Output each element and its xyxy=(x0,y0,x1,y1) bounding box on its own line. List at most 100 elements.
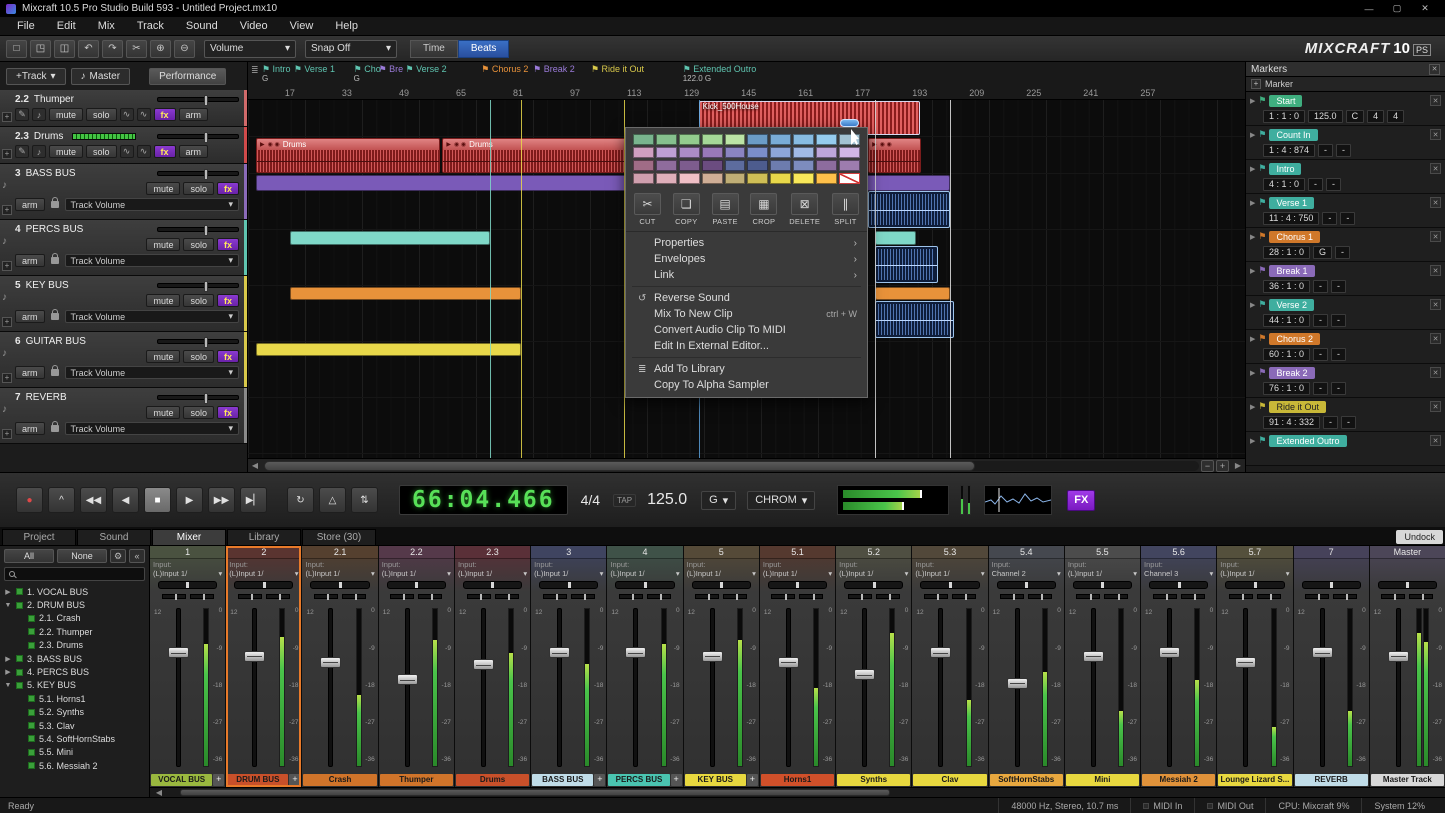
add-marker-row[interactable]: + Marker xyxy=(1246,77,1445,92)
marker-row[interactable]: ▶⚑Verse 1✕11 : 4 : 750-- xyxy=(1246,194,1445,228)
delete-marker-button[interactable]: ✕ xyxy=(1430,95,1441,106)
show-all-button[interactable]: All xyxy=(4,549,54,563)
pan-slider[interactable] xyxy=(310,581,369,589)
marker-name[interactable]: Break 2 xyxy=(1269,367,1314,379)
audio-clip[interactable] xyxy=(875,246,938,283)
strip-name[interactable]: Master Track xyxy=(1371,774,1444,786)
clip-color-bar[interactable] xyxy=(875,287,950,300)
section-marker-break-2[interactable]: ⚑ Break 2 xyxy=(533,64,575,74)
strip-name[interactable]: Messiah 2 xyxy=(1142,774,1215,786)
tree-item-5-2-synths[interactable]: 5.2. Synths xyxy=(4,706,145,719)
marker-name[interactable]: Intro xyxy=(1269,163,1301,175)
delete-marker-button[interactable]: ✕ xyxy=(1430,265,1441,276)
clip-color-swatch[interactable] xyxy=(793,173,814,184)
volume-fader[interactable] xyxy=(1007,678,1028,689)
pan-handle[interactable] xyxy=(1330,582,1333,588)
marker-value[interactable]: - xyxy=(1313,280,1328,293)
wave-icon[interactable]: ∿ xyxy=(120,145,134,158)
strip-name[interactable]: KEY BUS xyxy=(685,774,746,786)
solo-button[interactable]: solo xyxy=(183,294,214,307)
mixer-strip-2[interactable]: 2Input:(L)Input 1/▾120-9-18-27-36DRUM BU… xyxy=(226,546,301,787)
section-marker-intro[interactable]: ⚑ IntroG xyxy=(262,64,291,84)
marker-value[interactable]: - xyxy=(1322,212,1337,225)
midi-in-indicator[interactable]: MIDI In xyxy=(1130,798,1194,813)
expander-icon[interactable]: ▶ xyxy=(1250,97,1255,105)
performance-button[interactable]: Performance xyxy=(149,68,226,85)
arm-button[interactable]: arm xyxy=(179,145,209,158)
marker-value[interactable]: 28 : 1 : 0 xyxy=(1263,246,1310,259)
send-slider[interactable] xyxy=(190,594,214,599)
strip-name[interactable]: Horns1 xyxy=(761,774,834,786)
split-action[interactable]: ∥SPLIT xyxy=(832,193,859,226)
pan-slider[interactable] xyxy=(1149,581,1208,589)
menu-video[interactable]: Video xyxy=(229,18,279,34)
arm-button[interactable]: arm xyxy=(179,108,209,121)
pan-handle[interactable] xyxy=(949,582,952,588)
metronome-button[interactable]: △ xyxy=(319,487,346,513)
input-select[interactable]: Input:(L)Input 1/▾ xyxy=(607,559,682,580)
clip-color-none-swatch[interactable] xyxy=(839,173,860,184)
mixer-strip-7[interactable]: 7120-9-18-27-36REVERB xyxy=(1294,546,1369,787)
marker-value[interactable]: - xyxy=(1313,382,1328,395)
slider-handle[interactable] xyxy=(204,337,208,348)
wave-icon[interactable]: ∿ xyxy=(137,108,151,121)
pan-handle[interactable] xyxy=(186,582,189,588)
expander-icon[interactable]: ▶ xyxy=(1250,165,1255,173)
mute-button[interactable]: mute xyxy=(146,238,180,251)
master-volume-sliders[interactable] xyxy=(960,485,971,515)
volume-fader[interactable] xyxy=(320,657,341,668)
marker-value[interactable]: - xyxy=(1323,416,1338,429)
loop-marker-button[interactable]: ^ xyxy=(48,487,75,513)
send-slider[interactable] xyxy=(1229,594,1253,599)
clip-color-swatch[interactable] xyxy=(747,147,768,158)
send-slider[interactable] xyxy=(1305,594,1329,599)
wave-icon[interactable]: ∿ xyxy=(120,108,134,121)
close-button[interactable]: ✕ xyxy=(1411,1,1439,16)
marker-value[interactable]: 11 : 4 : 750 xyxy=(1263,212,1319,225)
strip-name[interactable]: Mini xyxy=(1066,774,1139,786)
pan-handle[interactable] xyxy=(873,582,876,588)
automation-param-select[interactable]: Track Volume▾ xyxy=(65,254,240,267)
automation-param-select[interactable]: Track Volume▾ xyxy=(65,310,240,323)
expander-icon[interactable]: ▶ xyxy=(1250,403,1255,411)
send-slider[interactable] xyxy=(1028,594,1052,599)
volume-slider[interactable] xyxy=(960,485,964,515)
play-button[interactable]: ▶ xyxy=(176,487,203,513)
minimize-button[interactable]: — xyxy=(1355,1,1383,16)
slider-handle[interactable] xyxy=(204,225,208,236)
arm-button[interactable]: arm xyxy=(15,422,45,435)
marker-value[interactable]: 4 xyxy=(1367,110,1384,123)
marker-row[interactable]: ▶⚑Chorus 2✕60 : 1 : 0-- xyxy=(1246,330,1445,364)
marker-value[interactable]: - xyxy=(1335,246,1350,259)
expander-icon[interactable]: ▼ xyxy=(4,682,12,689)
marker-name[interactable]: Verse 2 xyxy=(1269,299,1314,311)
tab-mixer[interactable]: Mixer xyxy=(152,529,226,545)
tree-item-1-vocal-bus[interactable]: ▶1. VOCAL BUS xyxy=(4,585,145,598)
marker-value[interactable]: - xyxy=(1331,348,1346,361)
tree-item-2-3-drums[interactable]: 2.3. Drums xyxy=(4,639,145,652)
send-slider[interactable] xyxy=(266,594,290,599)
tree-item-5-4-softhornstabs[interactable]: 5.4. SoftHornStabs xyxy=(4,732,145,745)
show-none-button[interactable]: None xyxy=(57,549,107,563)
add-subtrack-button[interactable]: + xyxy=(2,261,12,271)
arm-button[interactable]: arm xyxy=(15,254,45,267)
clip-color-swatch[interactable] xyxy=(679,147,700,158)
expander-icon[interactable]: ▶ xyxy=(4,655,12,663)
pan-handle[interactable] xyxy=(1101,582,1104,588)
marker-value[interactable]: - xyxy=(1331,314,1346,327)
mixer-strip-5-5[interactable]: 5.5Input:(L)Input 1/▾120-9-18-27-36Mini xyxy=(1065,546,1140,787)
expander-icon[interactable]: ▶ xyxy=(1250,369,1255,377)
send-slider[interactable] xyxy=(1257,594,1281,599)
clip-color-swatch[interactable] xyxy=(679,160,700,171)
pan-slider[interactable] xyxy=(692,581,751,589)
marker-row[interactable]: ▶⚑Intro✕4 : 1 : 0-- xyxy=(1246,160,1445,194)
strip-name[interactable]: PERCS BUS xyxy=(608,774,669,786)
track-lane-6[interactable] xyxy=(248,398,1245,454)
send-slider[interactable] xyxy=(418,594,442,599)
tree-item-5-key-bus[interactable]: ▼5. KEY BUS xyxy=(4,679,145,692)
mixer-strip-5-6[interactable]: 5.6Input:Channel 3▾120-9-18-27-36Messiah… xyxy=(1141,546,1216,787)
mixer-strip-3[interactable]: 3Input:(L)Input 1/▾120-9-18-27-36BASS BU… xyxy=(531,546,606,787)
volume-fader[interactable] xyxy=(1235,657,1256,668)
timeline-zoom-in-button[interactable]: + xyxy=(1216,460,1229,472)
fx-button[interactable]: fx xyxy=(154,108,176,121)
